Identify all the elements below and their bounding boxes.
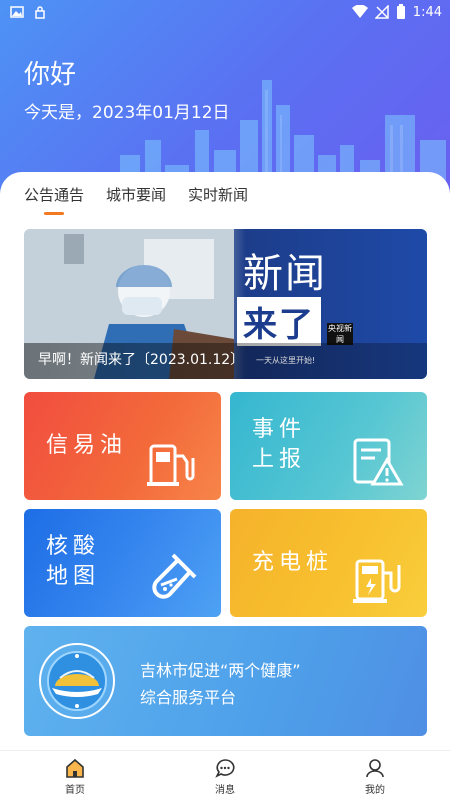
test-tube-icon xyxy=(152,553,197,599)
nav-home-label: 首页 xyxy=(65,785,85,796)
status-time: 1:44 xyxy=(412,4,442,20)
banner-subtitle: 来了 xyxy=(237,297,321,346)
banner-caption-note: 一天从这里开始! xyxy=(256,356,316,365)
battery-icon xyxy=(396,4,405,19)
report-tile[interactable]: 事件 上报 xyxy=(230,392,427,500)
oil-tile[interactable]: 信易油 xyxy=(24,392,221,500)
news-tabs: 公告通告 城市要闻 实时新闻 xyxy=(24,184,248,215)
nav-home[interactable]: 首页 xyxy=(0,751,150,800)
nav-profile-label: 我的 xyxy=(365,785,385,796)
banner-title: 新闻 xyxy=(243,252,327,296)
charging-tile[interactable]: 充电桩 xyxy=(230,509,427,617)
fuel-pump-icon xyxy=(147,444,195,486)
platform-logo xyxy=(39,643,115,719)
content-sheet: 公告通告 城市要闻 实时新闻 新闻 来了 央视新闻 早啊！新闻来了〔2023.0… xyxy=(0,172,450,750)
charging-station-icon xyxy=(353,559,401,603)
greeting-text: 你好 xyxy=(24,60,77,90)
tab-city-news[interactable]: 城市要闻 xyxy=(106,184,166,215)
home-icon xyxy=(66,758,84,778)
test-tile-line1: 核酸 xyxy=(46,534,101,559)
no-signal-icon xyxy=(374,5,389,19)
nav-messages-label: 消息 xyxy=(215,785,235,796)
tab-announcements[interactable]: 公告通告 xyxy=(24,184,84,215)
date-text: 今天是，2023年01月12日 xyxy=(24,103,230,123)
wifi-icon xyxy=(351,5,368,18)
report-tile-line1: 事件 xyxy=(252,417,307,442)
test-map-tile[interactable]: 核酸 地图 xyxy=(24,509,221,617)
cctv-badge: 央视新闻 xyxy=(327,323,353,345)
nav-messages[interactable]: 消息 xyxy=(150,751,300,800)
nav-profile[interactable]: 我的 xyxy=(300,751,450,800)
bottom-navigation: 首页 消息 我的 xyxy=(0,750,450,800)
profile-icon xyxy=(366,759,384,778)
tab-live-news[interactable]: 实时新闻 xyxy=(188,184,248,215)
news-banner[interactable]: 新闻 来了 央视新闻 早啊！新闻来了〔2023.01.12〕 一天从这里开始! xyxy=(24,229,427,379)
platform-title-line2: 综合服务平台 xyxy=(140,688,237,707)
gallery-icon xyxy=(10,6,24,18)
message-icon xyxy=(215,759,235,778)
banner-caption: 早啊！新闻来了〔2023.01.12〕 xyxy=(38,352,245,368)
oil-tile-label: 信易油 xyxy=(46,433,128,458)
platform-title-line1: 吉林市促进“两个健康” xyxy=(140,661,301,680)
lock-icon xyxy=(35,6,45,19)
test-tile-line2: 地图 xyxy=(46,564,101,589)
health-platform-banner[interactable]: 吉林市促进“两个健康” 综合服务平台 xyxy=(24,626,427,736)
report-tile-line2: 上报 xyxy=(252,447,307,472)
report-warning-icon xyxy=(353,438,404,486)
status-bar: 1:44 xyxy=(0,0,450,26)
charging-tile-label: 充电桩 xyxy=(252,550,334,575)
